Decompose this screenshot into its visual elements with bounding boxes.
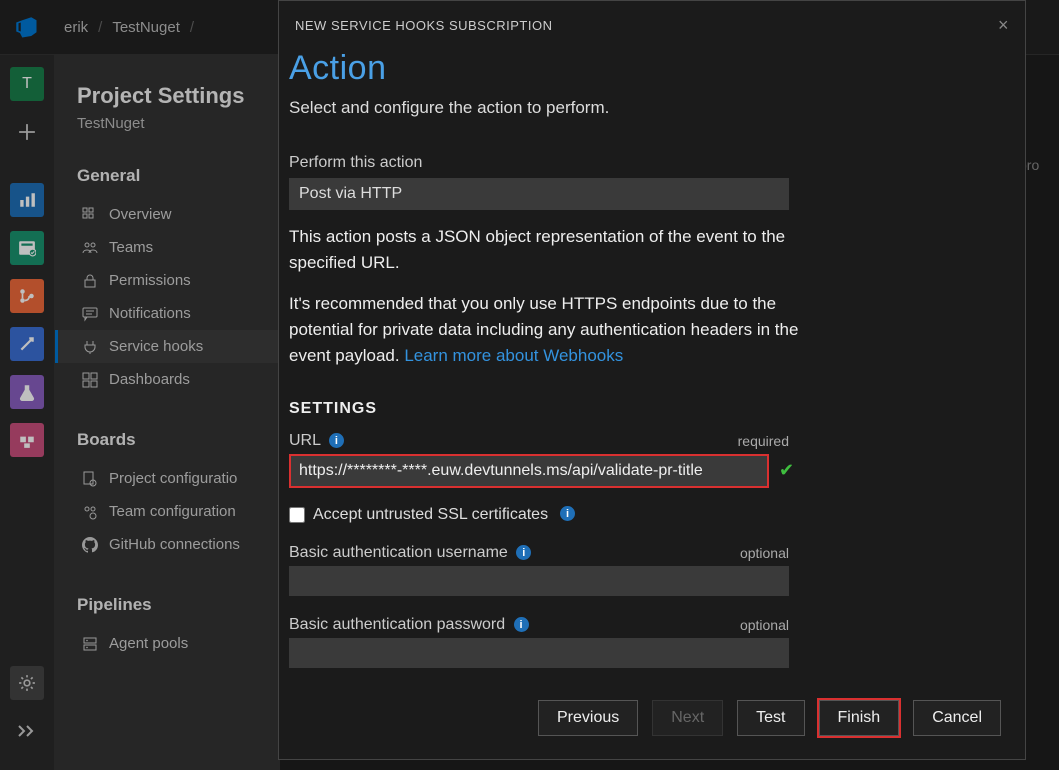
info-icon[interactable]: i	[514, 617, 529, 632]
modal-title-small: NEW SERVICE HOOKS SUBSCRIPTION	[295, 18, 552, 33]
optional-tag: optional	[740, 617, 789, 633]
modal-scroll[interactable]: Action Select and configure the action t…	[289, 49, 1005, 687]
info-icon[interactable]: i	[516, 545, 531, 560]
basic-user-label-text: Basic authentication username	[289, 544, 508, 561]
url-label-text: URL	[289, 432, 320, 449]
perform-action-label: Perform this action	[289, 154, 1001, 172]
basic-pass-label-text: Basic authentication password	[289, 616, 505, 633]
settings-heading: SETTINGS	[289, 400, 1001, 418]
perform-action-value: Post via HTTP	[299, 185, 402, 203]
valid-check-icon: ✔	[779, 460, 794, 481]
perform-action-select[interactable]: Post via HTTP	[289, 178, 789, 210]
service-hook-modal: NEW SERVICE HOOKS SUBSCRIPTION × Action …	[278, 0, 1026, 760]
basic-user-input[interactable]	[289, 566, 789, 596]
basic-pass-label: Basic authentication password i	[289, 616, 529, 634]
modal-footer: Previous Next Test Finish Cancel	[279, 687, 1025, 759]
learn-more-link[interactable]: Learn more about Webhooks	[404, 346, 623, 365]
cancel-button[interactable]: Cancel	[913, 700, 1001, 736]
ssl-checkbox[interactable]	[289, 507, 305, 523]
modal-header: NEW SERVICE HOOKS SUBSCRIPTION ×	[279, 1, 1025, 49]
info-icon[interactable]: i	[560, 506, 575, 521]
basic-user-label: Basic authentication username i	[289, 544, 531, 562]
required-tag: required	[738, 433, 789, 449]
optional-tag: optional	[740, 545, 789, 561]
basic-pass-input[interactable]	[289, 638, 789, 668]
action-title: Action	[289, 49, 1001, 88]
close-icon[interactable]: ×	[998, 15, 1009, 36]
finish-button[interactable]: Finish	[819, 700, 900, 736]
action-description-2: It's recommended that you only use HTTPS…	[289, 291, 809, 370]
ssl-label: Accept untrusted SSL certificates	[313, 506, 548, 524]
url-input[interactable]	[291, 456, 767, 486]
action-subtitle: Select and configure the action to perfo…	[289, 98, 1001, 118]
previous-button[interactable]: Previous	[538, 700, 638, 736]
info-icon[interactable]: i	[329, 433, 344, 448]
url-input-highlight	[289, 454, 769, 488]
next-button: Next	[652, 700, 723, 736]
url-label: URL i	[289, 432, 344, 450]
test-button[interactable]: Test	[737, 700, 804, 736]
action-description-1: This action posts a JSON object represen…	[289, 224, 809, 277]
